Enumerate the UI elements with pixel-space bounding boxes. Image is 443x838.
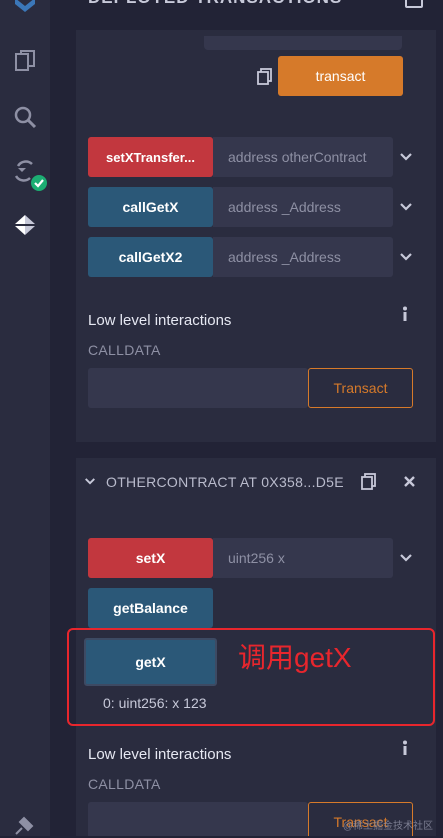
close-icon[interactable] <box>403 475 416 488</box>
info-icon[interactable] <box>401 306 409 322</box>
calldata-input[interactable] <box>88 802 308 836</box>
deploy-run-icon[interactable] <box>12 212 38 238</box>
watermark: @稀土掘金技术社区 <box>342 821 433 832</box>
annotation-label: 调用getX <box>238 642 352 673</box>
calldata-label: CALLDATA <box>88 776 161 792</box>
input-stub[interactable] <box>204 36 402 50</box>
info-icon[interactable] <box>401 740 409 756</box>
other-contract-input[interactable]: address otherContract <box>213 137 393 177</box>
low-level-transact-button[interactable]: Transact <box>308 368 413 408</box>
deployed-contract-card: transact setXTransfer... address otherCo… <box>76 30 436 442</box>
deploy-run-panel: DEPLOYED TRANSACTIONS transact setXTrans… <box>50 0 443 836</box>
callgetx2-button[interactable]: callGetX2 <box>88 237 213 277</box>
contract-title: OTHERCONTRACT AT 0X358...D5E <box>106 474 343 490</box>
panel-header-title: DEPLOYED TRANSACTIONS <box>88 0 342 8</box>
transact-button[interactable]: transact <box>278 56 403 96</box>
chevron-down-icon[interactable] <box>399 553 413 563</box>
icon-sidebar <box>0 0 51 836</box>
callgetx-address-input[interactable]: address _Address <box>213 187 393 227</box>
chevron-down-icon[interactable] <box>84 477 96 486</box>
calldata-input[interactable] <box>88 368 308 408</box>
calldata-label: CALLDATA <box>88 342 161 358</box>
success-check-icon <box>31 175 47 191</box>
getbalance-button[interactable]: getBalance <box>88 588 213 628</box>
chevron-down-icon[interactable] <box>399 252 413 262</box>
low-level-title: Low level interactions <box>88 312 232 329</box>
setx-input[interactable]: uint256 x <box>213 538 393 578</box>
file-explorer-icon[interactable] <box>12 48 38 74</box>
low-level-title: Low level interactions <box>88 746 232 763</box>
setx-button[interactable]: setX <box>88 538 213 578</box>
copy-icon[interactable] <box>360 472 378 490</box>
search-icon[interactable] <box>12 104 38 130</box>
chevron-down-icon[interactable] <box>399 202 413 212</box>
header-action-icon[interactable] <box>405 0 423 8</box>
plugin-icon[interactable] <box>12 812 38 838</box>
chevron-down-icon[interactable] <box>399 152 413 162</box>
compiler-icon[interactable] <box>12 158 48 194</box>
callgetx2-address-input[interactable]: address _Address <box>213 237 393 277</box>
copy-icon[interactable] <box>256 67 274 85</box>
logo-icon[interactable] <box>12 0 38 20</box>
callgetx-button[interactable]: callGetX <box>88 187 213 227</box>
setxtransfer-button[interactable]: setXTransfer... <box>88 137 213 177</box>
